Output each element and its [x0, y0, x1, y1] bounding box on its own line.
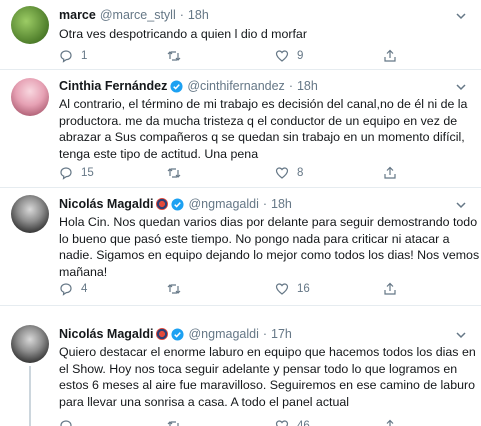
- share-icon: [386, 419, 394, 426]
- reply-button[interactable]: [59, 419, 167, 426]
- tweet-text-line: Otra ves despotricando a quien l dio d m…: [59, 27, 307, 41]
- reply-icon: [60, 50, 72, 63]
- like-button[interactable]: 16: [275, 282, 383, 296]
- chevron-down-icon[interactable]: [455, 329, 467, 341]
- reply-count: 4: [81, 283, 88, 295]
- retweet-button[interactable]: [167, 166, 275, 180]
- tweet-header: marce @marce_styll · 18h: [59, 8, 209, 22]
- like-button[interactable]: 46: [275, 419, 383, 426]
- tweet-text-line: para llevar una sonrisa a casa. A todo e…: [59, 394, 349, 409]
- tweet-actions: 1 9: [59, 49, 405, 63]
- section-gap: [0, 305, 481, 319]
- heart-icon: [275, 420, 289, 426]
- like-button[interactable]: 9: [275, 49, 383, 63]
- reply-button[interactable]: 15: [59, 166, 167, 180]
- avatar[interactable]: [11, 78, 49, 116]
- tweet-text-line: Al contrario, el término de mi trabajo e…: [59, 97, 468, 111]
- separator-dot: ·: [262, 327, 268, 341]
- tweet-text-line: nadie. Sigamos en equipo dejando lo mejo…: [59, 248, 480, 263]
- share-button[interactable]: [383, 282, 405, 296]
- retweet-button[interactable]: [167, 282, 275, 296]
- reply-count: 15: [81, 167, 94, 179]
- like-button[interactable]: 8: [275, 166, 383, 180]
- share-button[interactable]: [383, 49, 405, 63]
- tweet-text-line: productora. me da mucha tristeza q el co…: [59, 113, 458, 128]
- reply-button[interactable]: 1: [59, 49, 167, 63]
- avatar[interactable]: [11, 6, 49, 44]
- avatar[interactable]: [11, 325, 49, 363]
- tweet-magaldi-main[interactable]: Nicolás Magaldi @ngmagaldi · 17h Quiero …: [0, 320, 481, 426]
- author-name[interactable]: Nicolás Magaldi: [59, 327, 153, 341]
- verified-badge-icon: [171, 327, 185, 341]
- tweet-actions: 4 16: [59, 282, 405, 296]
- tweet-text-line: Quiero destacar el enorme laburo en equi…: [59, 345, 476, 359]
- badge-emoji-icon: [156, 198, 169, 210]
- retweet-icon: [167, 168, 181, 178]
- tweet-header: Cinthia Fernández @cinthifernandez · 18h: [59, 79, 318, 93]
- chevron-down-icon[interactable]: [455, 10, 467, 22]
- thread-line: [29, 366, 31, 426]
- tweet-actions: 46: [59, 419, 405, 426]
- retweet-icon: [167, 51, 181, 61]
- separator-dot: ·: [288, 79, 293, 93]
- author-name[interactable]: marce: [59, 8, 96, 22]
- tweet-text-line: Hola Cin. Nos quedan varios dias por del…: [59, 215, 478, 229]
- retweet-icon: [167, 284, 181, 294]
- chevron-down-icon[interactable]: [455, 81, 467, 93]
- author-name[interactable]: Cinthia Fernández: [59, 79, 167, 93]
- timestamp[interactable]: 18h: [188, 8, 209, 22]
- tweet-header: Nicolás Magaldi @ngmagaldi · 17h: [59, 327, 292, 341]
- heart-icon: [275, 50, 289, 62]
- share-button[interactable]: [383, 166, 405, 180]
- retweet-button[interactable]: [167, 49, 275, 63]
- heart-icon: [275, 283, 289, 295]
- tweet-header: Nicolás Magaldi @ngmagaldi · 18h: [59, 197, 292, 211]
- tweet-text: Quiero destacar el enorme laburo en equi…: [59, 344, 476, 410]
- reply-icon: [60, 420, 72, 426]
- separator-dot: ·: [262, 197, 268, 211]
- tweet-text-line: el Show. Hoy nos toca seguir adelante y …: [59, 361, 458, 376]
- like-count: 16: [297, 283, 310, 295]
- verified-badge-icon: [171, 197, 185, 211]
- author-handle[interactable]: @ngmagaldi: [188, 197, 258, 211]
- tweet-text-line: lo bueno que pasó este tiempo. No pongo …: [59, 231, 450, 246]
- reply-icon: [60, 167, 72, 180]
- retweet-button[interactable]: [167, 419, 275, 426]
- author-handle[interactable]: @marce_styll: [100, 8, 176, 22]
- share-icon: [384, 166, 396, 179]
- verified-badge-icon: [170, 79, 183, 93]
- reply-count: 1: [81, 50, 88, 62]
- tweet-cinthia[interactable]: Cinthia Fernández @cinthifernandez · 18h…: [0, 70, 481, 186]
- tweet-text-line: tenga este tipo de actitud. Una pena: [59, 146, 259, 161]
- author-handle[interactable]: @ngmagaldi: [188, 327, 258, 341]
- share-icon: [384, 49, 396, 62]
- tweet-text-line: abrazar a Sus compañeros q se quedan sin…: [59, 130, 465, 145]
- timestamp[interactable]: 18h: [297, 79, 318, 93]
- badge-emoji-icon: [156, 328, 169, 340]
- tweet-marce[interactable]: marce @marce_styll · 18h Otra ves despot…: [0, 0, 481, 68]
- tweet-magaldi-reply[interactable]: Nicolás Magaldi @ngmagaldi · 18h Hola Ci…: [0, 188, 481, 304]
- avatar[interactable]: [11, 195, 49, 233]
- like-count: 46: [297, 420, 310, 426]
- like-count: 8: [297, 167, 304, 179]
- share-button[interactable]: [383, 419, 405, 426]
- tweet-text: Otra ves despotricando a quien l dio d m…: [59, 26, 469, 43]
- tweet-text: Hola Cin. Nos quedan varios dias por del…: [59, 214, 480, 280]
- reply-icon: [60, 283, 72, 296]
- like-count: 9: [297, 50, 304, 62]
- heart-icon: [275, 167, 289, 179]
- author-name[interactable]: Nicolás Magaldi: [59, 197, 153, 211]
- timestamp[interactable]: 18h: [271, 197, 292, 211]
- share-icon: [384, 282, 396, 295]
- tweet-text: Al contrario, el término de mi trabajo e…: [59, 96, 469, 162]
- tweet-text-line: mañana!: [59, 264, 108, 279]
- timestamp[interactable]: 17h: [271, 327, 292, 341]
- tweet-actions: 15 8: [59, 166, 405, 180]
- reply-button[interactable]: 4: [59, 282, 167, 296]
- tweet-text-line: estos 6 meses al aire fue maravilloso. S…: [59, 378, 475, 393]
- chevron-down-icon[interactable]: [455, 199, 467, 211]
- retweet-icon: [167, 421, 179, 426]
- author-handle[interactable]: @cinthifernandez: [187, 79, 284, 93]
- separator-dot: ·: [179, 8, 184, 22]
